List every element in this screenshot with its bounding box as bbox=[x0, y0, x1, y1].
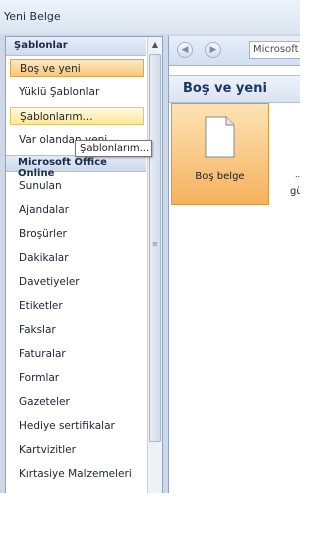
sidebar-item-online[interactable]: Hediye sertifikalar bbox=[10, 417, 144, 435]
sidebar-item-label: Formlar bbox=[19, 372, 60, 384]
sidebar-item-my-templates[interactable]: Şablonlarım... bbox=[10, 107, 144, 125]
sidebar-item-label: Sunulan bbox=[19, 180, 62, 192]
sidebar-item-label: Gazeteler bbox=[19, 396, 70, 408]
blank-document-icon bbox=[205, 116, 235, 158]
cut-off-text: gün bbox=[290, 186, 300, 197]
sidebar-scrollbar[interactable]: ▲ ≡ bbox=[147, 37, 162, 493]
dialog-window: Yeni Belge Şablonlar Boş ve yeni Yüklü Ş… bbox=[0, 0, 300, 493]
section-heading: Boş ve yeni bbox=[169, 75, 300, 103]
sidebar-item-label: Fakslar bbox=[19, 324, 56, 336]
sidebar-item-label: Kartvizitler bbox=[19, 444, 76, 456]
forward-arrow-icon[interactable]: ▶ bbox=[205, 42, 221, 58]
grip-icon: ≡ bbox=[152, 240, 158, 248]
sidebar-item-label: Faturalar bbox=[19, 348, 66, 360]
templates-sidebar: Şablonlar Boş ve yeni Yüklü Şablonlar Şa… bbox=[5, 36, 163, 493]
sidebar-item-online[interactable]: Gazeteler bbox=[10, 393, 144, 411]
navigation-bar: ◀ ▶ Microsoft bbox=[169, 36, 300, 66]
sidebar-item-label: Dakikalar bbox=[19, 252, 69, 264]
sidebar-header: Şablonlar bbox=[6, 37, 146, 56]
sidebar-item-label: Ajandalar bbox=[19, 204, 69, 216]
sidebar-item-label: Broşürler bbox=[19, 228, 67, 240]
blank-document-tile[interactable]: Boş belge bbox=[171, 103, 269, 205]
online-section-header: Microsoft Office Online bbox=[6, 155, 146, 179]
sidebar-item-label: Yüklü Şablonlar bbox=[19, 86, 100, 98]
back-arrow-icon[interactable]: ◀ bbox=[177, 42, 193, 58]
sidebar-item-online[interactable]: Kırtasiye Malzemeleri bbox=[10, 465, 144, 483]
scroll-up-arrow-icon[interactable]: ▲ bbox=[148, 37, 162, 52]
sidebar-item-online[interactable]: Ajandalar bbox=[10, 201, 144, 219]
tile-label: Boş belge bbox=[195, 171, 245, 182]
sidebar-item-installed-templates[interactable]: Yüklü Şablonlar bbox=[10, 83, 144, 101]
main-panel: ◀ ▶ Microsoft Boş ve yeni Boş belge ... … bbox=[168, 36, 300, 493]
sidebar-item-online[interactable]: Etiketler bbox=[10, 297, 144, 315]
window-title: Yeni Belge bbox=[4, 10, 61, 23]
sidebar-item-online[interactable]: Kartvizitler bbox=[10, 441, 144, 459]
sidebar-item-online[interactable]: Fakslar bbox=[10, 321, 144, 339]
sidebar-item-online[interactable]: Broşürler bbox=[10, 225, 144, 243]
address-field[interactable]: Microsoft bbox=[249, 41, 300, 59]
sidebar-item-online[interactable]: Dakikalar bbox=[10, 249, 144, 267]
sidebar-item-online[interactable]: Formlar bbox=[10, 369, 144, 387]
cut-off-text: ... bbox=[295, 170, 300, 179]
sidebar-item-label: Kırtasiye Malzemeleri bbox=[19, 468, 132, 480]
online-section-label: Microsoft Office Online bbox=[18, 157, 107, 179]
sidebar-item-online[interactable]: Davetiyeler bbox=[10, 273, 144, 291]
sidebar-item-blank-and-recent[interactable]: Boş ve yeni bbox=[10, 59, 144, 77]
title-bar: Yeni Belge bbox=[0, 0, 300, 34]
scrollbar-thumb[interactable]: ≡ bbox=[149, 54, 161, 442]
sidebar-item-label: Şablonlarım... bbox=[20, 111, 93, 123]
sidebar-item-label: Hediye sertifikalar bbox=[19, 420, 115, 432]
sidebar-item-label: Boş ve yeni bbox=[20, 63, 81, 75]
section-heading-label: Boş ve yeni bbox=[183, 81, 267, 96]
sidebar-item-label: Etiketler bbox=[19, 300, 63, 312]
sidebar-item-online[interactable]: Faturalar bbox=[10, 345, 144, 363]
sidebar-header-label: Şablonlar bbox=[14, 40, 68, 51]
tooltip: Şablonlarım... bbox=[75, 140, 152, 157]
sidebar-item-label: Davetiyeler bbox=[19, 276, 80, 288]
sidebar-item-online[interactable]: Sunulan bbox=[10, 177, 144, 195]
